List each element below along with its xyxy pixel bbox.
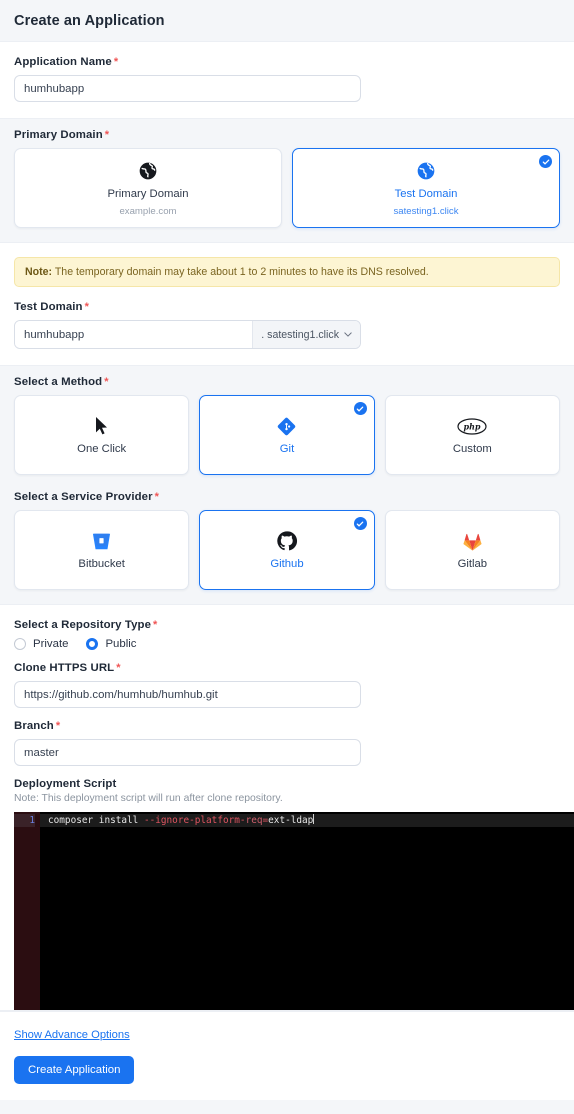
editor-gutter: 1 (14, 812, 40, 1011)
required-asterisk: * (113, 56, 119, 68)
method-label-text: Select a Method (14, 376, 103, 389)
gitlab-icon (462, 529, 483, 553)
show-advance-options-link[interactable]: Show Advance Options (14, 1029, 130, 1041)
branch-input[interactable] (14, 739, 361, 767)
test-domain-section: Note: The temporary domain may take abou… (0, 242, 574, 367)
test-domain-label: Test Domain * (14, 301, 560, 313)
primary-domain-section: Primary Domain * Primary Domain example.c… (0, 119, 574, 242)
application-name-label: Application Name * (14, 56, 560, 68)
branch-label: Branch * (14, 720, 560, 732)
required-asterisk: * (104, 129, 110, 141)
repo-type-label: Select a Repository Type * (14, 619, 560, 631)
bitbucket-icon (91, 529, 112, 553)
required-asterisk: * (104, 376, 109, 389)
method-card-title: One Click (77, 443, 127, 456)
provider-card-bitbucket[interactable]: Bitbucket (14, 510, 190, 591)
line-number: 1 (14, 814, 35, 828)
primary-domain-label: Primary Domain * (14, 129, 560, 141)
github-icon (276, 529, 298, 553)
primary-domain-label-text: Primary Domain (14, 129, 103, 141)
radio-public-label[interactable]: Public (105, 638, 136, 650)
editor-code-area[interactable]: composer install --ignore-platform-req=e… (40, 812, 574, 1010)
deployment-script-label: Deployment Script (14, 778, 117, 791)
check-icon (353, 517, 367, 531)
globe-icon (416, 159, 436, 183)
deployment-script-note: Note: This deployment script will run af… (14, 793, 283, 805)
method-card-git[interactable]: Git (199, 395, 375, 476)
method-card-one-click[interactable]: One Click (14, 395, 190, 476)
php-icon: php (457, 414, 487, 438)
provider-card-gitlab[interactable]: Gitlab (384, 510, 560, 591)
method-card-custom[interactable]: php Custom (384, 395, 560, 476)
repo-type-label-text: Select a Repository Type (14, 619, 152, 632)
note-prefix: Note: (25, 266, 53, 278)
provider-card-github[interactable]: Github (199, 510, 375, 591)
code-token-value: ext-ldap (268, 815, 314, 827)
code-token-key: req (245, 815, 263, 827)
required-asterisk: * (116, 662, 121, 675)
application-name-label-text: Application Name (14, 56, 112, 68)
provider-label: Select a Service Provider * (14, 491, 560, 503)
check-icon (539, 155, 552, 168)
primary-domain-card-sub: example.com (119, 205, 177, 217)
required-asterisk: * (153, 619, 158, 632)
radio-public[interactable] (86, 638, 99, 651)
method-label: Select a Method * (14, 376, 560, 388)
method-card-row: One Click Git php Custom (14, 395, 560, 476)
provider-card-title: Github (270, 558, 304, 571)
primary-domain-card-test[interactable]: Test Domain satesting1.click (292, 148, 560, 228)
code-token-flag: --ignore-platform- (143, 815, 246, 827)
repository-section: Select a Repository Type * Private Public… (0, 604, 574, 1012)
deployment-script-editor[interactable]: 1 composer install --ignore-platform-req… (14, 812, 574, 1011)
note-text: The temporary domain may take about 1 to… (52, 266, 429, 278)
radio-private-label[interactable]: Private (33, 638, 68, 650)
primary-domain-card-row: Primary Domain example.com Test Domain s… (14, 148, 560, 228)
test-domain-card-sub: satesting1.click (393, 205, 459, 217)
provider-section: Select a Service Provider * Bitbucket Gi… (0, 489, 574, 605)
required-asterisk: * (154, 491, 160, 504)
dns-note-banner: Note: The temporary domain may take abou… (14, 257, 560, 288)
clone-url-label-text: Clone HTTPS URL (14, 662, 115, 675)
footer-section: Show Advance Options Create Application (0, 1011, 574, 1101)
provider-card-title: Gitlab (457, 558, 488, 571)
provider-label-text: Select a Service Provider (14, 491, 153, 504)
branch-label-text: Branch (14, 720, 54, 733)
application-name-input[interactable] (14, 75, 361, 102)
clone-url-label: Clone HTTPS URL * (14, 662, 560, 674)
test-domain-suffix-text: . satesting1.click (261, 328, 339, 341)
clone-url-input[interactable] (14, 681, 361, 709)
primary-domain-card-primary[interactable]: Primary Domain example.com (14, 148, 282, 228)
repo-type-radio-group: Private Public (14, 638, 560, 651)
page-title: Create an Application (14, 13, 165, 29)
required-asterisk: * (55, 720, 61, 733)
text-caret (313, 814, 315, 825)
provider-card-title: Bitbucket (78, 558, 125, 571)
provider-card-row: Bitbucket Github Gitlab (14, 510, 560, 591)
create-application-button[interactable]: Create Application (14, 1056, 135, 1085)
test-domain-suffix-dropdown[interactable]: . satesting1.click (252, 321, 360, 349)
test-domain-input[interactable] (15, 321, 253, 349)
globe-icon (138, 159, 158, 183)
method-section: Select a Method * One Click Git php Cust… (0, 366, 574, 490)
method-card-title: Git (279, 443, 295, 456)
primary-domain-card-title: Primary Domain (107, 187, 189, 200)
check-icon (353, 402, 367, 416)
chevron-down-icon (344, 332, 352, 338)
test-domain-label-text: Test Domain (14, 301, 83, 314)
method-card-title: Custom (452, 443, 492, 456)
git-icon (277, 414, 296, 438)
test-domain-input-group: . satesting1.click (14, 320, 361, 350)
radio-private[interactable] (14, 638, 26, 651)
application-name-section: Application Name * (0, 41, 574, 119)
code-line-1: composer install --ignore-platform-req=e… (40, 814, 574, 828)
required-asterisk: * (84, 301, 89, 314)
svg-text:php: php (464, 421, 481, 431)
test-domain-card-title: Test Domain (394, 187, 458, 200)
code-token-command: composer install (48, 815, 144, 827)
cursor-icon (94, 414, 110, 438)
